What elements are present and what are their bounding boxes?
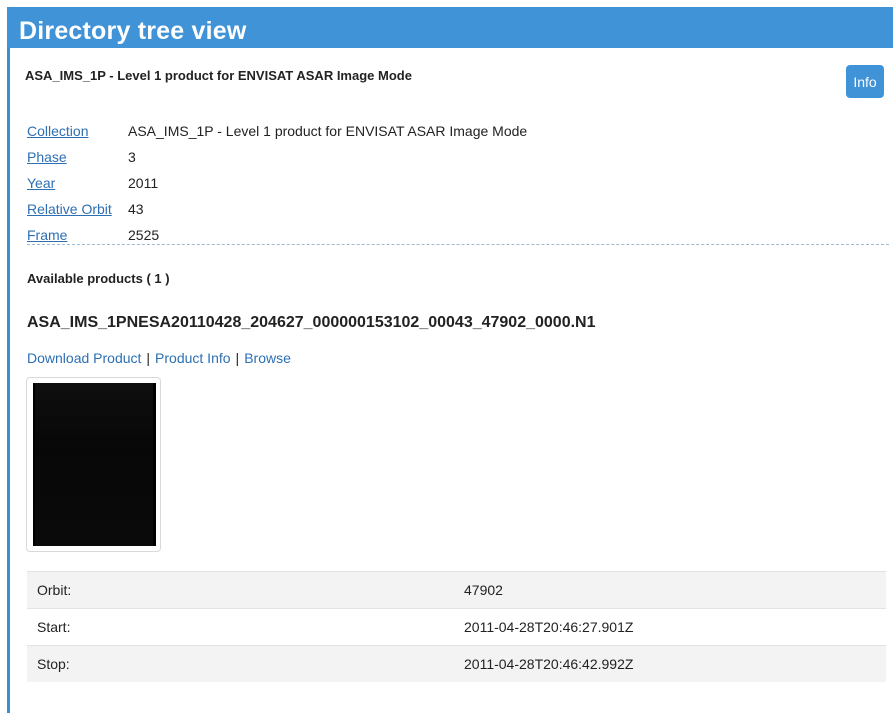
product-info-link[interactable]: Product Info — [155, 350, 231, 366]
start-value: 2011-04-28T20:46:27.901Z — [454, 608, 886, 646]
stop-label: Stop: — [27, 645, 454, 682]
collection-value: ASA_IMS_1P - Level 1 product for ENVISAT… — [128, 123, 528, 139]
browse-link[interactable]: Browse — [244, 350, 291, 366]
start-label: Start: — [27, 608, 454, 646]
meta-row-relative-orbit: Relative Orbit 43 — [27, 196, 527, 222]
table-row: Start: 2011-04-28T20:46:27.901Z — [27, 608, 886, 646]
meta-row-phase: Phase 3 — [27, 144, 527, 170]
title-bar: Directory tree view — [7, 7, 893, 48]
collection-header: ASA_IMS_1P - Level 1 product for ENVISAT… — [10, 48, 893, 100]
phase-value: 3 — [128, 149, 136, 165]
product-details-table: Orbit: 47902 Start: 2011-04-28T20:46:27.… — [27, 571, 886, 682]
frame-link[interactable]: Frame — [27, 227, 128, 243]
collection-link[interactable]: Collection — [27, 123, 128, 139]
collection-title: ASA_IMS_1P - Level 1 product for ENVISAT… — [25, 68, 412, 83]
meta-row-year: Year 2011 — [27, 170, 527, 196]
link-separator: | — [235, 350, 240, 366]
browse-image — [33, 383, 156, 546]
frame-value: 2525 — [128, 227, 160, 243]
year-link[interactable]: Year — [27, 175, 128, 191]
table-row: Orbit: 47902 — [27, 571, 886, 609]
orbit-label: Orbit: — [27, 571, 454, 609]
meta-row-collection: Collection ASA_IMS_1P - Level 1 product … — [27, 118, 527, 144]
year-value: 2011 — [128, 175, 159, 191]
divider — [27, 244, 889, 245]
table-row: Stop: 2011-04-28T20:46:42.992Z — [27, 645, 886, 682]
product-links: Download Product | Product Info | Browse — [27, 350, 291, 366]
breadcrumb-metadata: Collection ASA_IMS_1P - Level 1 product … — [27, 118, 527, 248]
relative-orbit-value: 43 — [128, 201, 144, 217]
phase-link[interactable]: Phase — [27, 149, 128, 165]
download-product-link[interactable]: Download Product — [27, 350, 141, 366]
browse-thumbnail[interactable] — [26, 377, 161, 552]
orbit-value: 47902 — [454, 571, 886, 609]
stop-value: 2011-04-28T20:46:42.992Z — [454, 645, 886, 682]
info-button[interactable]: Info — [846, 65, 884, 98]
relative-orbit-link[interactable]: Relative Orbit — [27, 201, 128, 217]
link-separator: | — [146, 350, 151, 366]
available-products-heading: Available products ( 1 ) — [27, 271, 170, 286]
product-name: ASA_IMS_1PNESA20110428_204627_0000001531… — [27, 314, 596, 331]
page-title: Directory tree view — [19, 17, 247, 45]
